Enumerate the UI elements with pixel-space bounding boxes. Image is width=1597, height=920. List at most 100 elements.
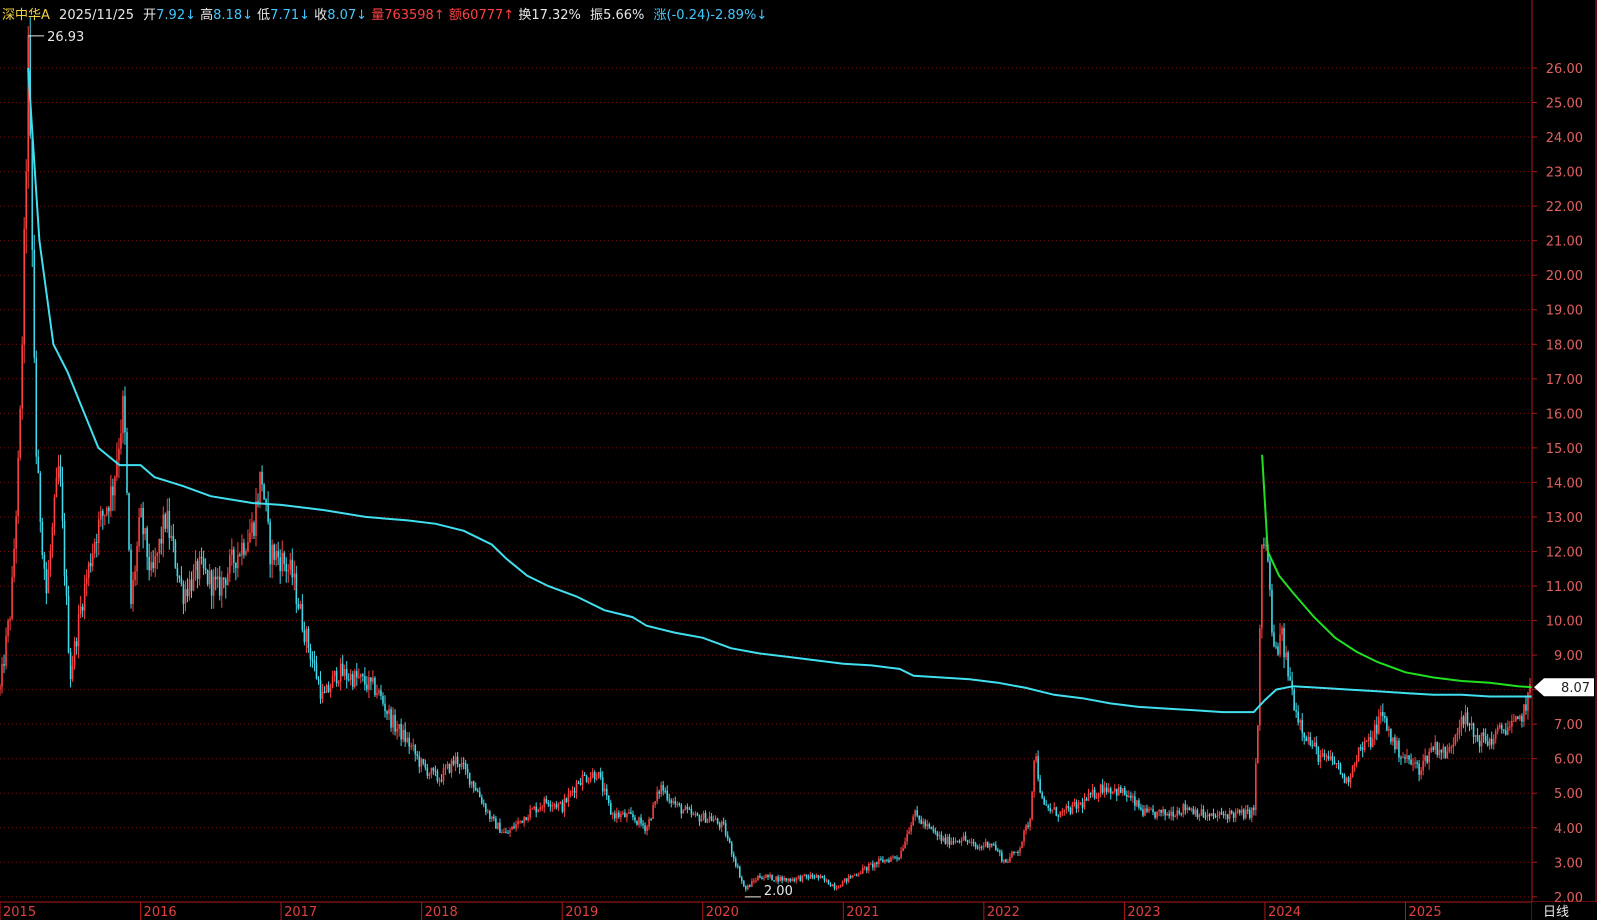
candle-body	[946, 836, 949, 844]
candle-body	[632, 813, 634, 818]
candle-body	[216, 576, 219, 580]
candle-body	[601, 777, 604, 792]
candle-body	[49, 550, 52, 570]
y-tick-label: 15.00	[1546, 442, 1583, 457]
candle-body	[118, 448, 120, 461]
candle-body	[392, 714, 394, 728]
high-arrow: ↓	[242, 8, 253, 23]
candle-body	[273, 544, 275, 560]
candle-body	[1214, 816, 1217, 818]
candle-body	[847, 876, 850, 882]
candle-body	[9, 618, 11, 621]
candle-body	[1279, 634, 1281, 655]
candle-body	[160, 538, 163, 544]
candle-body	[305, 628, 308, 642]
candle-body	[472, 781, 475, 788]
candle-body	[1105, 787, 1108, 792]
candle-body	[922, 821, 925, 825]
candle-body	[857, 874, 860, 876]
candle-body	[757, 876, 759, 881]
candle-body	[1134, 796, 1136, 806]
candle-body	[61, 482, 64, 521]
candle-body	[414, 745, 417, 755]
candle-body	[1450, 747, 1453, 749]
candle-body	[283, 552, 286, 564]
candle-body	[97, 519, 100, 543]
close-value: 8.07	[327, 8, 356, 23]
candle-body	[1420, 770, 1422, 775]
candle-body	[1507, 727, 1509, 735]
open-value: 7.92	[156, 8, 185, 23]
candle-body	[63, 520, 66, 577]
candle-body	[797, 876, 800, 878]
candle-body	[1176, 810, 1179, 817]
candle-body	[1198, 814, 1201, 817]
candle-body	[668, 799, 671, 801]
candle-body	[541, 807, 544, 809]
candle-body	[1206, 814, 1209, 818]
candle-body	[702, 812, 705, 819]
candle-body	[474, 787, 477, 791]
candle-body	[39, 473, 42, 522]
candle-body	[1200, 809, 1203, 815]
candle-body	[1234, 811, 1237, 818]
candle-body	[1426, 755, 1428, 763]
candle-body	[690, 809, 693, 815]
candle-body	[612, 813, 614, 815]
candle-body	[698, 815, 701, 822]
candle-body	[1242, 809, 1245, 819]
candle-body	[245, 551, 247, 555]
candle-body	[1017, 851, 1019, 853]
candle-body	[476, 790, 479, 792]
candle-body	[1517, 716, 1519, 720]
candle-body	[1087, 793, 1090, 801]
candle-body	[77, 614, 80, 647]
last-price-label: 8.07	[1561, 681, 1590, 696]
candle-body	[402, 729, 404, 740]
low-value: 7.71	[270, 8, 299, 23]
candle-body	[1319, 754, 1322, 762]
candle-body	[1345, 777, 1348, 783]
candle-body	[1263, 544, 1265, 546]
candle-body	[978, 846, 981, 849]
candle-body	[422, 759, 425, 764]
candle-body	[1069, 808, 1072, 814]
candle-body	[825, 879, 828, 881]
candle-body	[684, 806, 687, 811]
candle-body	[888, 859, 890, 862]
candle-body	[997, 849, 999, 851]
candle-body	[853, 874, 856, 876]
y-tick-label: 20.00	[1546, 269, 1583, 284]
candle-body	[398, 724, 400, 729]
y-tick-label: 10.00	[1546, 615, 1583, 630]
candle-body	[43, 555, 46, 569]
candle-body	[331, 675, 334, 689]
period-tab[interactable]: 日线	[1543, 905, 1569, 920]
candle-body	[843, 878, 846, 882]
candle-body	[1523, 704, 1525, 722]
y-tick-label: 14.00	[1546, 476, 1583, 491]
candle-body	[861, 867, 864, 874]
candle-body	[1492, 738, 1495, 745]
candle-body	[1404, 757, 1406, 759]
candle-body	[176, 567, 179, 577]
candle-body	[339, 663, 342, 682]
candle-body	[386, 711, 388, 714]
candle-body	[335, 670, 338, 684]
candle-body	[807, 876, 810, 879]
candle-body	[353, 671, 356, 687]
candle-body	[370, 677, 372, 682]
stock-chart[interactable]: 2.003.004.005.006.007.008.009.0010.0011.…	[0, 0, 1597, 920]
candle-body	[45, 568, 48, 594]
candle-body	[1392, 737, 1394, 742]
candle-body	[1414, 762, 1416, 764]
candle-body	[1138, 800, 1140, 808]
candle-body	[553, 804, 556, 806]
candle-body	[964, 835, 967, 841]
candle-body	[821, 876, 824, 878]
turnover-value: 17.32%	[531, 8, 581, 23]
candle-body	[1269, 561, 1271, 590]
candle-body	[424, 763, 427, 768]
candle-body	[533, 806, 535, 809]
candle-body	[1317, 747, 1320, 762]
